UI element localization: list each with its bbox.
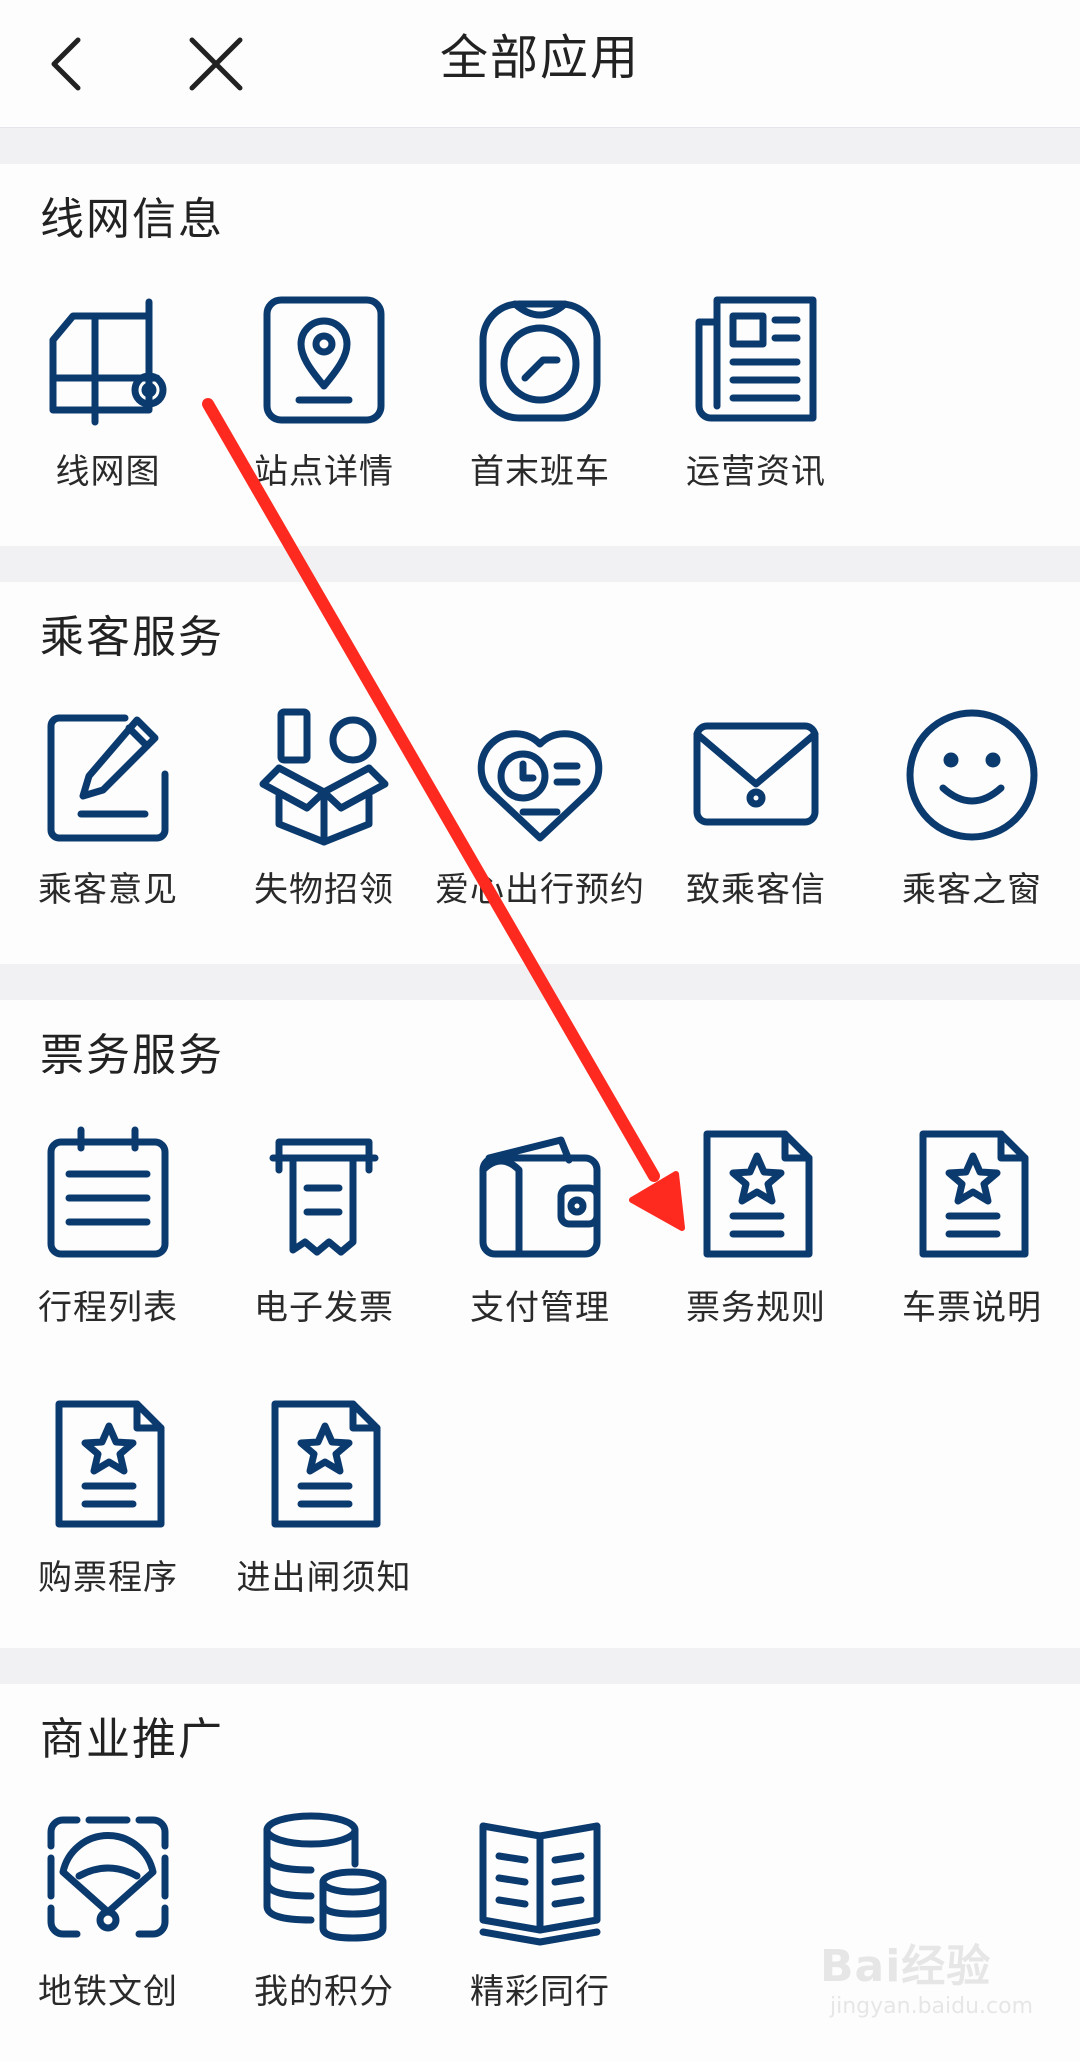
top-bar: 全部应用 xyxy=(0,0,1080,128)
heart-clock-icon xyxy=(465,700,615,850)
network-map-icon xyxy=(33,282,183,432)
app-tile-ticket-procedure[interactable]: 购票程序 xyxy=(0,1388,216,1658)
app-label: 线网图 xyxy=(55,452,161,492)
app-label: 地铁文创 xyxy=(38,1972,178,2012)
newspaper-icon xyxy=(681,282,831,432)
section-passenger-services: 乘客服务 乘客意见 失物招领 爱心出行预约 致乘客信 乘客之窗 xyxy=(0,582,1080,964)
coin-stack-icon xyxy=(249,1802,399,1952)
watermark-logo: Bai经验 jingyan.baidu.com xyxy=(820,1930,1060,2040)
app-tile-passenger-window[interactable]: 乘客之窗 xyxy=(864,700,1080,970)
app-tile-letter-to-passengers[interactable]: 致乘客信 xyxy=(648,700,864,970)
receipt-icon xyxy=(249,1118,399,1268)
app-label: 致乘客信 xyxy=(686,870,826,910)
app-tile-e-invoice[interactable]: 电子发票 xyxy=(216,1118,432,1388)
app-tile-wonderful-journey[interactable]: 精彩同行 xyxy=(432,1802,648,2062)
lost-found-box-icon xyxy=(249,700,399,850)
star-document-icon xyxy=(897,1118,1047,1268)
app-tile-station-details[interactable]: 站点详情 xyxy=(216,282,432,552)
app-tile-my-points[interactable]: 我的积分 xyxy=(216,1802,432,2062)
app-tile-operation-news[interactable]: 运营资讯 xyxy=(648,282,864,552)
app-tile-metro-creative[interactable]: 地铁文创 xyxy=(0,1802,216,2062)
app-label: 行程列表 xyxy=(38,1288,178,1328)
envelope-icon xyxy=(681,700,831,850)
edit-note-icon xyxy=(33,700,183,850)
page-title: 全部应用 xyxy=(439,30,640,86)
app-label: 首末班车 xyxy=(470,452,610,492)
app-tile-trip-list[interactable]: 行程列表 xyxy=(0,1118,216,1388)
app-grid: 乘客意见 失物招领 爱心出行预约 致乘客信 乘客之窗 xyxy=(0,700,1080,970)
app-label: 精彩同行 xyxy=(470,1972,610,2012)
app-label: 票务规则 xyxy=(686,1288,826,1328)
app-tile-payment-management[interactable]: 支付管理 xyxy=(432,1118,648,1388)
calendar-list-icon xyxy=(33,1118,183,1268)
star-document-icon xyxy=(681,1118,831,1268)
station-location-icon xyxy=(249,282,399,432)
fan-icon xyxy=(33,1802,183,1952)
app-label: 购票程序 xyxy=(38,1558,178,1598)
watermark-url: jingyan.baidu.com xyxy=(830,1994,1034,2019)
app-tile-lost-found[interactable]: 失物招领 xyxy=(216,700,432,970)
smiley-icon xyxy=(897,700,1047,850)
section-title: 商业推广 xyxy=(40,1714,224,1765)
app-label: 站点详情 xyxy=(254,452,394,492)
app-label: 乘客意见 xyxy=(38,870,178,910)
clock-icon xyxy=(465,282,615,432)
star-document-icon xyxy=(249,1388,399,1538)
app-label: 进出闸须知 xyxy=(236,1558,412,1598)
section-title: 乘客服务 xyxy=(40,612,224,663)
section-title: 票务服务 xyxy=(40,1030,224,1081)
all-apps-page: 全部应用 线网信息 线网图 站点详情 首末班车 运营资讯 乘客服务 乘客意见 失… xyxy=(0,0,1080,2062)
app-tile-first-last-train[interactable]: 首末班车 xyxy=(432,282,648,552)
star-document-icon xyxy=(33,1388,183,1538)
app-label: 运营资讯 xyxy=(686,452,826,492)
app-label: 车票说明 xyxy=(902,1288,1042,1328)
app-tile-passenger-feedback[interactable]: 乘客意见 xyxy=(0,700,216,970)
wallet-icon xyxy=(465,1118,615,1268)
app-tile-ticket-rules[interactable]: 票务规则 xyxy=(648,1118,864,1388)
watermark-brand: Bai经验 xyxy=(820,1941,992,1992)
open-book-icon xyxy=(465,1802,615,1952)
app-grid: 线网图 站点详情 首末班车 运营资讯 xyxy=(0,282,1080,552)
section-ticket-services: 票务服务 行程列表 电子发票 支付管理 票务规则 车票说明 购票程序 进出闸须知 xyxy=(0,1000,1080,1648)
app-label: 我的积分 xyxy=(254,1972,394,2012)
section-network-info: 线网信息 线网图 站点详情 首末班车 运营资讯 xyxy=(0,164,1080,546)
app-tile-care-reservation[interactable]: 爱心出行预约 xyxy=(432,700,648,970)
app-tile-network-map[interactable]: 线网图 xyxy=(0,282,216,552)
app-label: 失物招领 xyxy=(254,870,394,910)
app-tile-gate-notice[interactable]: 进出闸须知 xyxy=(216,1388,432,1658)
app-label: 爱心出行预约 xyxy=(435,870,645,910)
app-label: 支付管理 xyxy=(470,1288,610,1328)
app-label: 电子发票 xyxy=(254,1288,394,1328)
app-tile-ticket-explanation[interactable]: 车票说明 xyxy=(864,1118,1080,1388)
section-title: 线网信息 xyxy=(40,194,224,245)
app-label: 乘客之窗 xyxy=(902,870,1042,910)
app-grid: 行程列表 电子发票 支付管理 票务规则 车票说明 购票程序 进出闸须知 xyxy=(0,1118,1080,1658)
